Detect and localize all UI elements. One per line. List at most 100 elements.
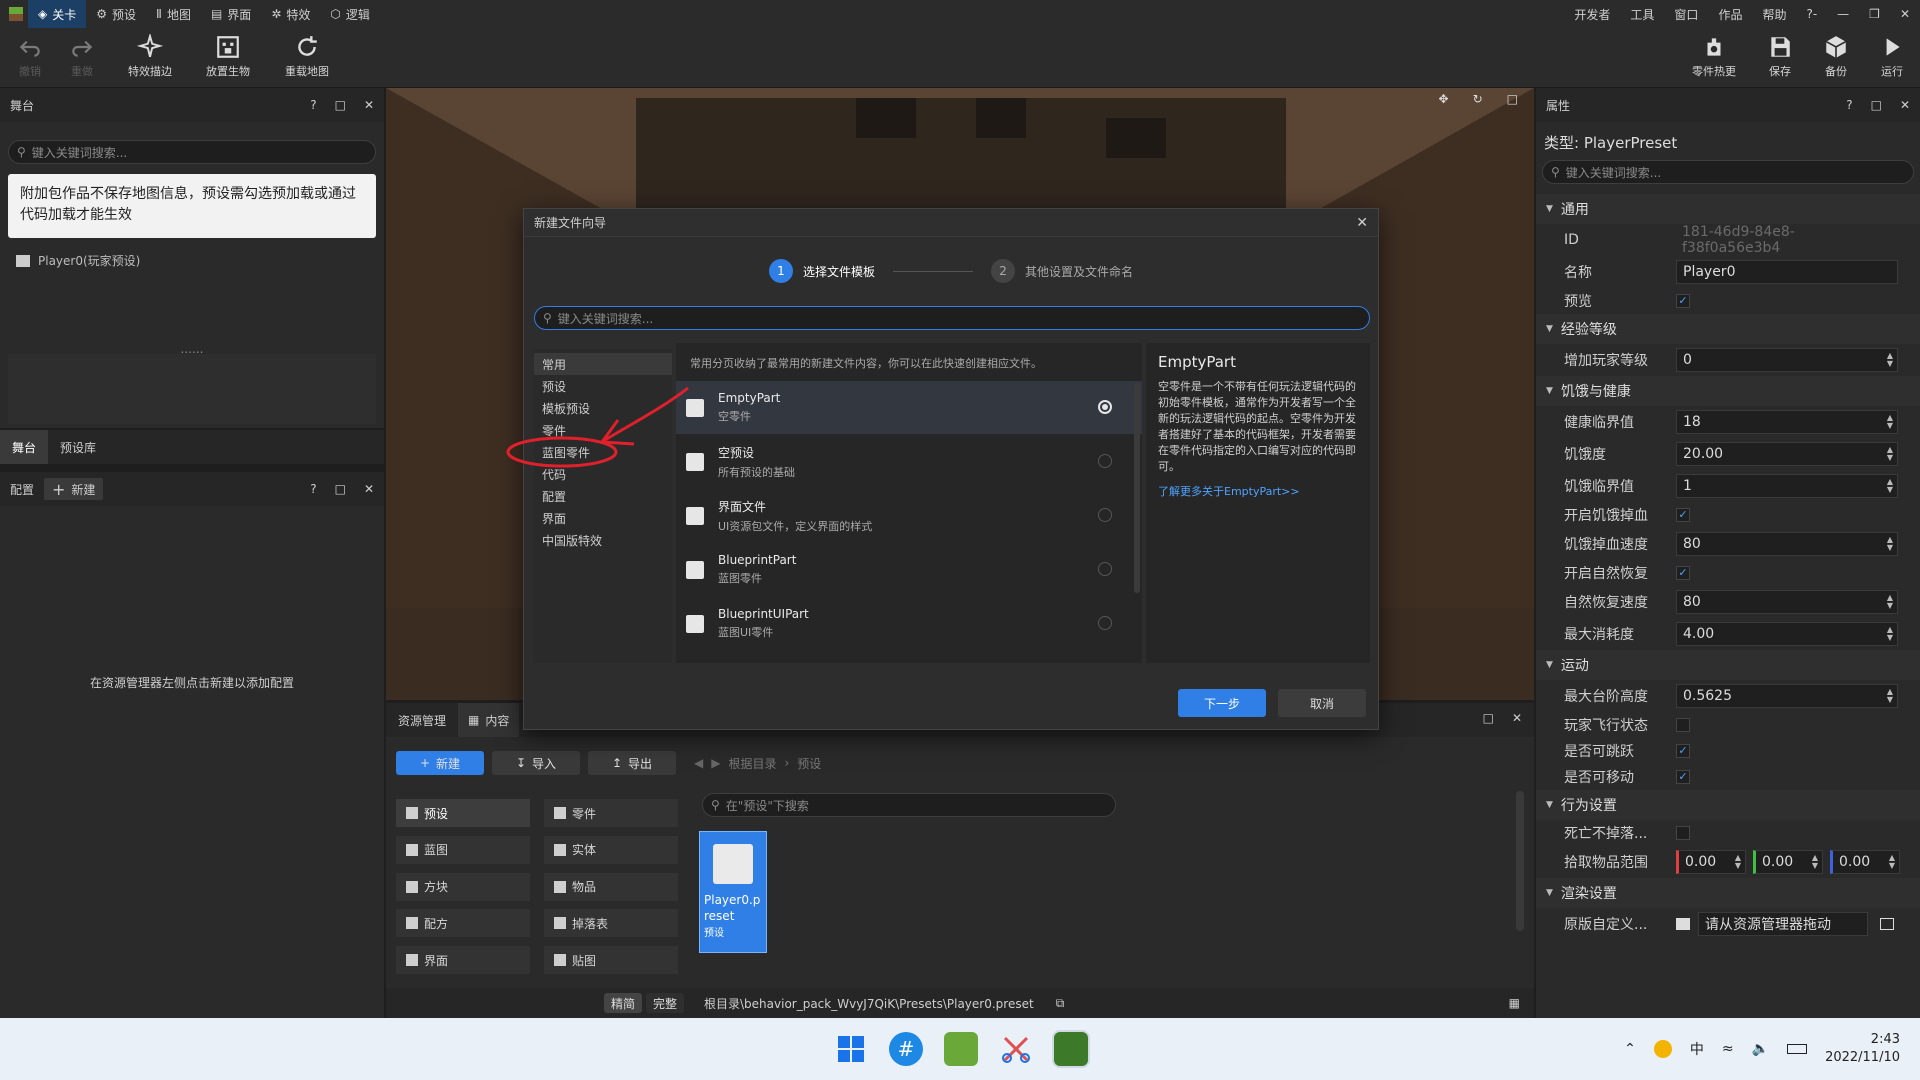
tab-content[interactable]: ▦ 内容 <box>458 703 520 737</box>
part-hotreload-button[interactable]: 零件热更 <box>1684 34 1744 86</box>
fullscreen-icon[interactable]: □ <box>1507 92 1518 106</box>
asset-category-7[interactable]: 掉落表 <box>544 909 678 938</box>
redo-button[interactable]: 重做 <box>52 34 112 86</box>
asset-category-4[interactable]: 方块 <box>396 872 530 901</box>
menu-right-item-3[interactable]: 作品 <box>1718 6 1742 23</box>
menu-right-item-4[interactable]: 帮助 <box>1762 6 1786 23</box>
property-section-header[interactable]: 饥饿与健康 <box>1536 376 1920 406</box>
menu-right-item-1[interactable]: 工具 <box>1630 6 1654 23</box>
template-row[interactable]: BlueprintPart 蓝图零件 <box>676 543 1142 597</box>
spinner-icon[interactable]: ▲ ▼ <box>1887 594 1893 610</box>
asset-category-6[interactable]: 配方 <box>396 909 530 938</box>
back-icon[interactable]: ◀ <box>694 756 703 770</box>
menu-right-item-2[interactable]: 窗口 <box>1674 6 1698 23</box>
tab-preset-library[interactable]: 预设库 <box>48 430 108 464</box>
spinner-icon[interactable]: ▲ ▼ <box>1887 446 1893 462</box>
property-vector-field[interactable]: 0.00 ▲ ▼ <box>1676 850 1746 874</box>
property-field[interactable]: 20.00 ▲ ▼ <box>1676 442 1898 466</box>
help-icon[interactable]: ? <box>310 482 316 496</box>
close-icon[interactable]: ✕ <box>1900 7 1910 21</box>
property-checkbox[interactable]: ✓ <box>1676 294 1690 308</box>
property-section-header[interactable]: 渲染设置 <box>1536 878 1920 908</box>
asset-category-5[interactable]: 物品 <box>544 872 678 901</box>
spinner-icon[interactable]: ▲ ▼ <box>1887 536 1893 552</box>
property-checkbox[interactable] <box>1676 826 1690 840</box>
asset-category-9[interactable]: 贴图 <box>544 946 678 975</box>
spinner-icon[interactable]: ▲ ▼ <box>1887 352 1893 368</box>
close-icon[interactable]: ✕ <box>364 98 374 112</box>
tab-asset-manager[interactable]: 资源管理 <box>386 703 458 737</box>
spinner-icon[interactable]: ▲ ▼ <box>1889 854 1895 870</box>
menu-right-item-5[interactable]: ?- <box>1806 7 1817 21</box>
ime-indicator[interactable]: 中 <box>1690 1039 1704 1059</box>
menu-tab-4[interactable]: ✲ 特效 <box>261 0 320 28</box>
clock[interactable]: 2:43 2022/11/10 <box>1825 1031 1900 1067</box>
view-grid-icon[interactable]: ▦ <box>1509 996 1520 1010</box>
category-item-6[interactable]: 配置 <box>534 485 672 507</box>
property-section-header[interactable]: 运动 <box>1536 650 1920 680</box>
minecraft-editor-icon[interactable] <box>944 1032 978 1066</box>
menu-tab-2[interactable]: Ⅱ 地图 <box>146 0 201 28</box>
tree-item-player0[interactable]: Player0(玩家预设) <box>16 252 140 269</box>
template-radio[interactable] <box>1098 508 1112 522</box>
minimize-icon[interactable]: — <box>1837 7 1849 21</box>
move-icon[interactable]: ✥ <box>1439 92 1449 106</box>
property-section-header[interactable]: 行为设置 <box>1536 790 1920 820</box>
asset-import-button[interactable]: ↧ 导入 <box>492 751 580 775</box>
asset-export-button[interactable]: ↥ 导出 <box>588 751 676 775</box>
property-section-header[interactable]: 通用 <box>1536 194 1920 224</box>
property-drop-select[interactable]: 请从资源管理器拖动 <box>1698 912 1868 936</box>
property-checkbox[interactable]: ✓ <box>1676 770 1690 784</box>
category-item-7[interactable]: 界面 <box>534 507 672 529</box>
template-radio[interactable] <box>1098 616 1112 630</box>
asset-category-3[interactable]: 实体 <box>544 835 678 864</box>
place-creature-button[interactable]: 放置生物 <box>198 34 258 86</box>
property-search-input[interactable]: ⚲ 键入关键词搜索... <box>1542 160 1914 184</box>
mode-simple-button[interactable]: 精简 <box>604 993 642 1013</box>
template-row[interactable]: EmptyPart 空零件 <box>676 381 1142 435</box>
property-field[interactable]: 80 ▲ ▼ <box>1676 532 1898 556</box>
cancel-button[interactable]: 取消 <box>1278 689 1366 717</box>
reload-map-button[interactable]: 重载地图 <box>277 34 337 86</box>
property-section-header[interactable]: 经验等级 <box>1536 314 1920 344</box>
template-scrollbar[interactable] <box>1134 383 1140 593</box>
spinner-icon[interactable]: ▲ ▼ <box>1887 688 1893 704</box>
property-checkbox[interactable]: ✓ <box>1676 508 1690 522</box>
run-button[interactable]: 运行 <box>1862 34 1920 86</box>
wifi-icon[interactable]: ≈ <box>1722 1041 1734 1057</box>
spinner-icon[interactable]: ▲ ▼ <box>1887 626 1893 642</box>
close-icon[interactable]: ✕ <box>1900 98 1910 112</box>
minecraft-game-icon[interactable] <box>1054 1032 1088 1066</box>
menu-tab-0[interactable]: ◈ 关卡 <box>28 0 87 28</box>
property-vector-field[interactable]: 0.00 ▲ ▼ <box>1830 850 1900 874</box>
template-row[interactable]: BlueprintUIPart 蓝图UI零件 <box>676 597 1142 651</box>
property-checkbox[interactable] <box>1676 718 1690 732</box>
menu-tab-5[interactable]: ⬡ 逻辑 <box>320 0 380 28</box>
asset-scrollbar[interactable] <box>1516 791 1524 931</box>
effect-stroke-button[interactable]: 特效描边 <box>120 34 180 86</box>
rotate-icon[interactable]: ↻ <box>1473 92 1483 106</box>
asset-category-2[interactable]: 蓝图 <box>396 835 530 864</box>
property-checkbox[interactable]: ✓ <box>1676 566 1690 580</box>
copy-path-icon[interactable]: ⧉ <box>1056 996 1065 1011</box>
breadcrumb-current[interactable]: 预设 <box>797 755 821 772</box>
property-field[interactable]: 18 ▲ ▼ <box>1676 410 1898 434</box>
detail-learn-more-link[interactable]: 了解更多关于EmptyPart>> <box>1158 483 1358 499</box>
stage-search-input[interactable]: ⚲ 键入关键词搜索... <box>8 140 376 164</box>
next-button[interactable]: 下一步 <box>1178 689 1266 717</box>
mode-full-button[interactable]: 完整 <box>646 993 684 1013</box>
asset-category-0[interactable]: 预设 <box>396 799 530 827</box>
template-radio[interactable] <box>1098 400 1112 414</box>
dialog-search-input[interactable]: ⚲ 键入关键词搜索... <box>534 306 1370 330</box>
template-radio[interactable] <box>1098 562 1112 576</box>
maximize-icon[interactable]: □ <box>335 482 346 496</box>
category-item-8[interactable]: 中国版特效 <box>534 529 672 551</box>
undo-button[interactable]: 撤销 <box>0 34 60 86</box>
battery-icon[interactable] <box>1787 1044 1808 1054</box>
windows-start-icon[interactable] <box>834 1032 868 1066</box>
template-radio[interactable] <box>1098 454 1112 468</box>
backup-button[interactable]: 备份 <box>1806 34 1866 86</box>
spinner-icon[interactable]: ▲ ▼ <box>1887 414 1893 430</box>
save-button[interactable]: 保存 <box>1750 34 1810 86</box>
breadcrumb-root[interactable]: 根据目录 <box>728 755 776 772</box>
